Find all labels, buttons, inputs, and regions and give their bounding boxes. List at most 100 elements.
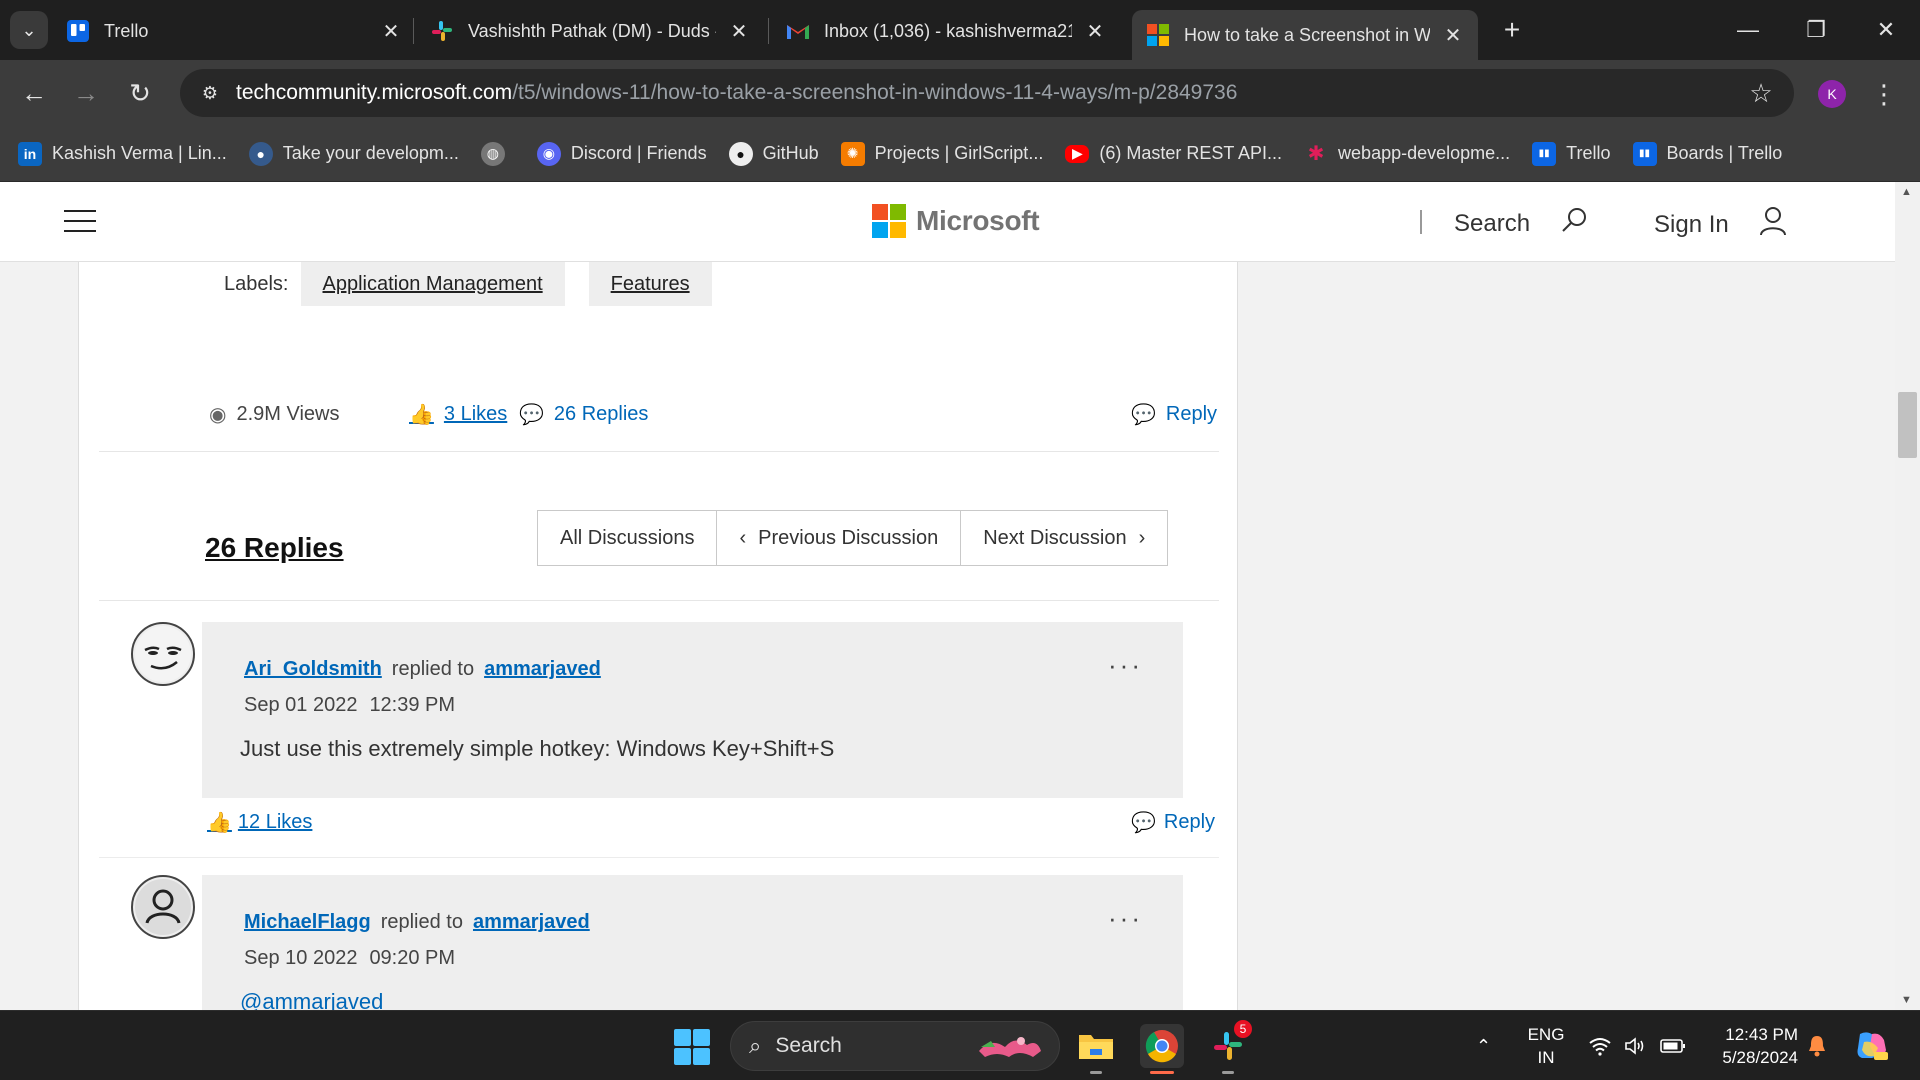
tab-slack-dm[interactable]: Vashishth Pathak (DM) - Duds - ✕: [430, 10, 750, 52]
profile-avatar[interactable]: K: [1818, 80, 1846, 108]
slack-icon: [430, 19, 454, 43]
eye-icon: ◉: [209, 404, 227, 426]
browser-menu-icon[interactable]: ⋮: [1871, 76, 1897, 112]
minimize-button[interactable]: —: [1728, 12, 1768, 48]
bookmark-linkedin[interactable]: in Kashish Verma | Lin...: [18, 141, 227, 166]
sign-in-button[interactable]: Sign In: [1654, 206, 1787, 243]
bookmark-label: Boards | Trello: [1666, 143, 1783, 163]
post-likes-link[interactable]: 👍 3 Likes: [409, 402, 507, 427]
copilot-icon[interactable]: [1854, 1011, 1890, 1080]
scroll-up-icon[interactable]: ▲: [1901, 186, 1912, 198]
more-options-icon[interactable]: ···: [1108, 903, 1143, 934]
mention-link[interactable]: @ammarjaved: [240, 989, 383, 1010]
post-replies-link[interactable]: 💬 26 Replies: [519, 402, 648, 427]
reload-icon: ↻: [129, 77, 151, 108]
clock-time: 12:43 PM: [1725, 1025, 1798, 1044]
reply-button[interactable]: 💬 Reply: [1131, 810, 1215, 835]
discord-icon: ◉: [536, 141, 561, 166]
new-tab-button[interactable]: +: [1496, 14, 1528, 46]
close-tab-icon[interactable]: ✕: [1084, 20, 1106, 43]
tab-active-microsoft[interactable]: How to take a Screenshot in Wi ✕: [1132, 10, 1478, 60]
bookmark-label: Trello: [1566, 143, 1611, 163]
windows-start-button[interactable]: [674, 1029, 710, 1065]
language-indicator[interactable]: ENG IN: [1526, 1023, 1566, 1069]
likes-label: 3 Likes: [443, 403, 508, 425]
bookmark-star-icon[interactable]: ☆: [1746, 78, 1776, 108]
scroll-down-icon[interactable]: ▼: [1901, 994, 1912, 1006]
address-bar[interactable]: ⚙ techcommunity.microsoft.com/t5/windows…: [180, 69, 1794, 117]
reply-time: 09:20 PM: [369, 947, 456, 969]
close-window-button[interactable]: ✕: [1866, 12, 1906, 48]
reload-button[interactable]: ↻: [120, 73, 160, 113]
all-discussions-button[interactable]: All Discussions: [538, 511, 718, 565]
replied-to-link[interactable]: ammarjaved: [484, 658, 601, 681]
bookmark-slack[interactable]: ✱ webapp-developme...: [1304, 142, 1511, 166]
header-search-button[interactable]: Search: [1454, 206, 1588, 241]
battery-icon[interactable]: [1660, 1011, 1686, 1080]
notification-bell-icon[interactable]: [1806, 1011, 1828, 1080]
author-link[interactable]: MichaelFlagg: [244, 911, 371, 934]
github-icon: ●: [728, 141, 753, 166]
thumbs-up-icon: 👍: [207, 812, 232, 834]
label-application-management[interactable]: Application Management: [300, 262, 565, 306]
bookmark-develop[interactable]: ● Take your developm...: [248, 141, 459, 166]
page-scrollbar[interactable]: ▲ ▼: [1895, 182, 1920, 1010]
restore-button[interactable]: ❐: [1796, 12, 1836, 48]
region-code: IN: [1537, 1048, 1555, 1067]
author-link[interactable]: Ari_Goldsmith: [244, 658, 382, 681]
post-reply-button[interactable]: 💬 Reply: [1131, 402, 1217, 427]
bookmark-github[interactable]: ● GitHub: [728, 141, 819, 166]
bookmark-discord[interactable]: ◉ Discord | Friends: [536, 141, 707, 166]
replied-to-link[interactable]: ammarjaved: [473, 911, 590, 934]
microsoft-icon: [872, 204, 906, 238]
taskbar-file-explorer[interactable]: [1074, 1024, 1118, 1074]
bookmark-boards-trello[interactable]: ▮▮ Boards | Trello: [1632, 141, 1783, 166]
next-discussion-button[interactable]: Next Discussion ›: [961, 511, 1168, 565]
label-features[interactable]: Features: [588, 262, 712, 306]
avatar-icon: ●: [248, 141, 273, 166]
taskbar-slack[interactable]: 5: [1206, 1020, 1252, 1074]
tab-gmail[interactable]: Inbox (1,036) - kashishverma21 ✕: [786, 10, 1106, 52]
reply-likes-link[interactable]: 👍 12 Likes: [207, 810, 312, 835]
site-info-icon[interactable]: ⚙: [198, 81, 222, 105]
reply-time: 12:39 PM: [369, 694, 456, 716]
youtube-icon: ▶: [1065, 144, 1090, 163]
arrow-right-icon: →: [73, 77, 99, 108]
taskbar-chrome[interactable]: [1140, 1024, 1184, 1074]
tab-search-button[interactable]: ⌄: [10, 11, 48, 49]
bookmark-trello[interactable]: ▮▮ Trello: [1532, 141, 1611, 166]
page-viewport: Microsoft Search Sign In Labels: Applica…: [0, 182, 1920, 1010]
close-tab-icon[interactable]: ✕: [380, 20, 402, 43]
wifi-icon[interactable]: [1588, 1011, 1612, 1080]
more-options-icon[interactable]: ···: [1108, 650, 1143, 681]
avatar[interactable]: [131, 622, 195, 686]
tray-overflow-button[interactable]: ⌃: [1476, 1011, 1491, 1080]
bookmark-globe[interactable]: ◍: [480, 141, 515, 166]
bookmark-label: Discord | Friends: [570, 143, 707, 163]
back-button[interactable]: ←: [14, 73, 54, 113]
close-tab-icon[interactable]: ✕: [728, 20, 750, 43]
plus-icon: +: [1503, 14, 1521, 45]
reply-date: Sep 01 2022: [244, 694, 358, 716]
search-label: Search: [1454, 209, 1531, 237]
clock-date: 5/28/2024: [1722, 1048, 1798, 1067]
header-divider: [1420, 210, 1422, 234]
microsoft-logo[interactable]: Microsoft: [872, 204, 1040, 238]
bookmark-youtube[interactable]: ▶ (6) Master REST API...: [1065, 143, 1282, 164]
bookmark-girlscript[interactable]: ✺ Projects | GirlScript...: [840, 141, 1043, 166]
chrome-icon: [1145, 1030, 1178, 1063]
system-clock[interactable]: 12:43 PM 5/28/2024: [1706, 1023, 1798, 1069]
volume-icon[interactable]: [1624, 1011, 1648, 1080]
scroll-thumb[interactable]: [1898, 392, 1917, 458]
forward-button[interactable]: →: [66, 73, 106, 113]
avatar[interactable]: [131, 875, 195, 939]
url-text[interactable]: techcommunity.microsoft.com/t5/windows-1…: [236, 81, 1237, 105]
discussion-nav: All Discussions ‹ Previous Discussion Nex…: [537, 510, 1169, 566]
tab-trello[interactable]: Trello ✕: [66, 10, 402, 52]
hamburger-menu-icon[interactable]: [64, 210, 96, 232]
taskbar-search[interactable]: ⌕ Search: [730, 1021, 1060, 1071]
close-tab-icon[interactable]: ✕: [1442, 24, 1464, 47]
reply-meta: Ari_Goldsmith replied to ammarjaved: [244, 658, 601, 681]
previous-discussion-button[interactable]: ‹ Previous Discussion: [717, 511, 962, 565]
views-count: ◉ 2.9M Views: [209, 402, 339, 427]
